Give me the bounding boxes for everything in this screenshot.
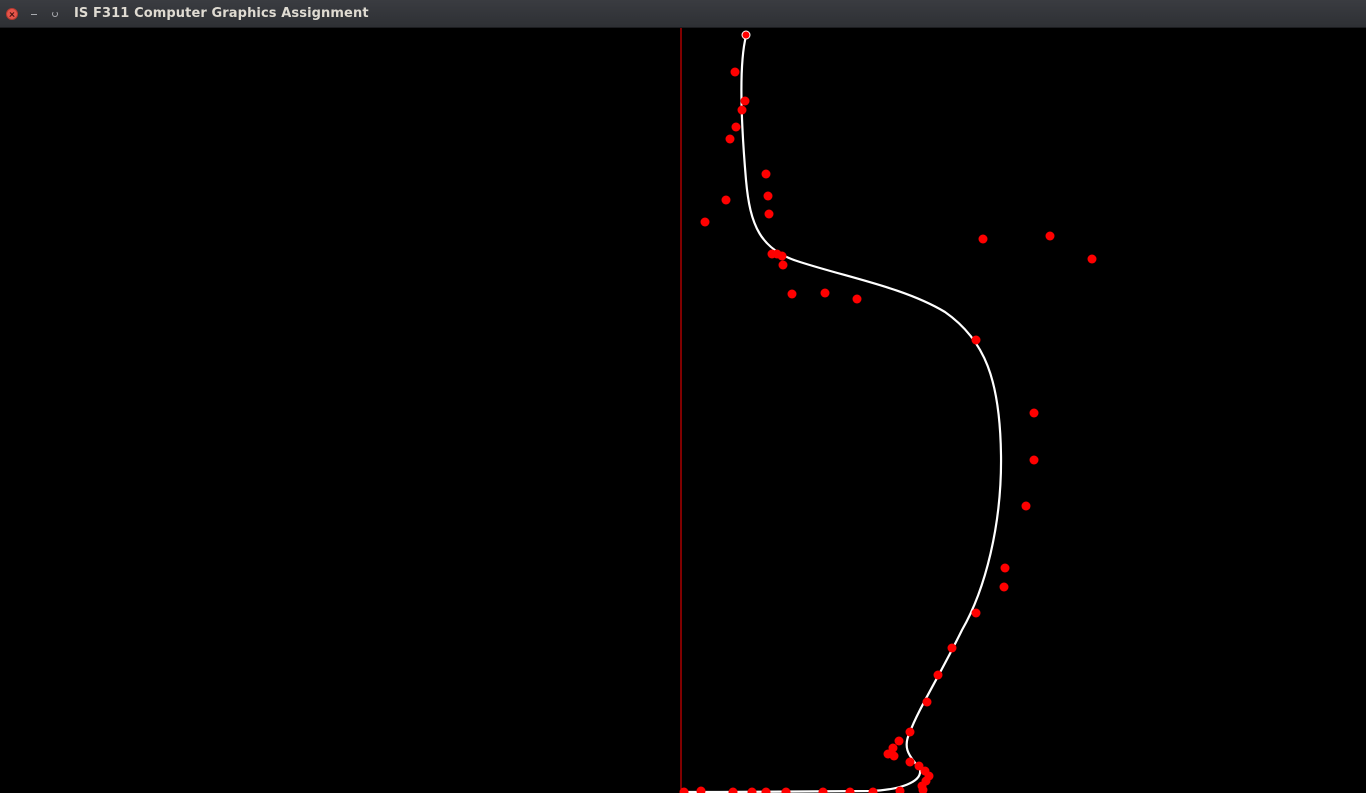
control-point[interactable]	[905, 727, 915, 737]
control-point[interactable]	[778, 260, 788, 270]
bezier-profile-curve	[681, 35, 1003, 793]
control-point[interactable]	[787, 289, 797, 299]
control-point[interactable]	[781, 787, 791, 793]
control-point[interactable]	[1029, 455, 1039, 465]
control-point[interactable]	[971, 608, 981, 618]
maximize-window-button[interactable]	[48, 8, 60, 20]
control-point[interactable]	[731, 122, 741, 132]
control-point[interactable]	[905, 757, 915, 767]
control-point[interactable]	[820, 288, 830, 298]
control-point[interactable]	[747, 787, 757, 793]
control-point[interactable]	[894, 736, 904, 746]
drawing-canvas[interactable]	[0, 28, 1366, 793]
control-point[interactable]	[763, 191, 773, 201]
control-point[interactable]	[978, 234, 988, 244]
control-point[interactable]	[1045, 231, 1055, 241]
window-titlebar[interactable]: IS F311 Computer Graphics Assignment	[0, 0, 1366, 28]
control-point[interactable]	[845, 787, 855, 793]
control-point[interactable]	[740, 96, 750, 106]
control-point[interactable]	[1087, 254, 1097, 264]
control-points-group[interactable]	[679, 30, 1097, 793]
control-point[interactable]	[852, 294, 862, 304]
control-point[interactable]	[761, 169, 771, 179]
control-point[interactable]	[764, 209, 774, 219]
minimize-window-button[interactable]	[28, 8, 40, 20]
window-title: IS F311 Computer Graphics Assignment	[74, 6, 369, 21]
control-point[interactable]	[700, 217, 710, 227]
control-point[interactable]	[1029, 408, 1039, 418]
application-window: IS F311 Computer Graphics Assignment	[0, 0, 1366, 793]
control-point[interactable]	[777, 251, 787, 261]
control-point[interactable]	[999, 582, 1009, 592]
control-point[interactable]	[721, 195, 731, 205]
control-point[interactable]	[933, 670, 943, 680]
control-point[interactable]	[741, 30, 751, 40]
control-point[interactable]	[922, 697, 932, 707]
scene-svg[interactable]	[0, 28, 1366, 793]
control-point[interactable]	[889, 751, 899, 761]
control-point[interactable]	[947, 643, 957, 653]
control-point[interactable]	[868, 787, 878, 793]
control-point[interactable]	[1021, 501, 1031, 511]
control-point[interactable]	[737, 105, 747, 115]
control-point[interactable]	[761, 787, 771, 793]
control-point[interactable]	[1000, 563, 1010, 573]
control-point[interactable]	[818, 787, 828, 793]
control-point[interactable]	[730, 67, 740, 77]
control-point[interactable]	[971, 335, 981, 345]
close-window-button[interactable]	[6, 8, 18, 20]
control-point[interactable]	[696, 786, 706, 793]
control-point[interactable]	[725, 134, 735, 144]
control-point[interactable]	[728, 787, 738, 793]
